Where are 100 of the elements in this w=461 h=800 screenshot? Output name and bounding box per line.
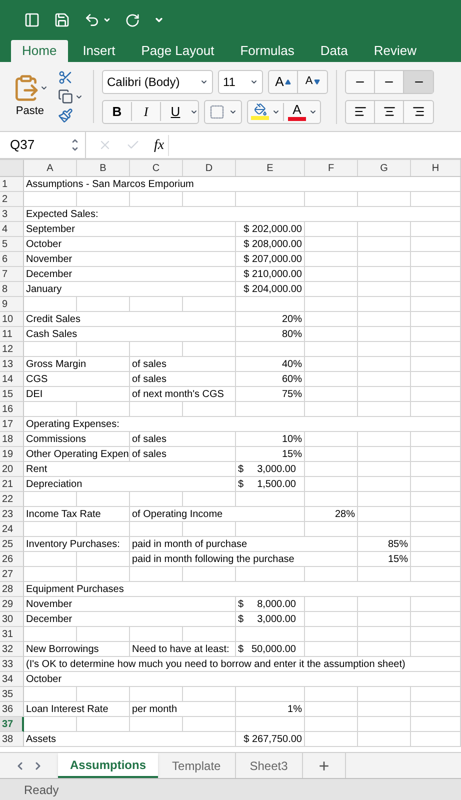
table-cell[interactable] bbox=[305, 567, 358, 582]
table-cell[interactable] bbox=[183, 687, 236, 702]
column-header[interactable]: H bbox=[411, 160, 461, 176]
table-cell[interactable] bbox=[358, 357, 411, 372]
table-cell[interactable]: Commissions bbox=[24, 432, 130, 447]
table-cell[interactable] bbox=[183, 522, 236, 537]
table-cell[interactable] bbox=[411, 522, 461, 537]
table-cell[interactable]: New Borrowings bbox=[24, 642, 130, 657]
table-cell[interactable] bbox=[130, 297, 183, 312]
row-header[interactable]: 35 bbox=[0, 687, 24, 702]
table-cell[interactable] bbox=[24, 492, 77, 507]
table-cell[interactable] bbox=[411, 642, 461, 657]
column-header[interactable]: D bbox=[183, 160, 236, 176]
table-cell[interactable]: $ 267,750.00 bbox=[236, 732, 305, 747]
row-header[interactable]: 4 bbox=[0, 222, 24, 237]
table-cell[interactable]: Equipment Purchases bbox=[24, 582, 461, 597]
table-cell[interactable] bbox=[183, 717, 236, 732]
table-cell[interactable] bbox=[24, 567, 77, 582]
column-header[interactable]: E bbox=[236, 160, 305, 176]
table-cell[interactable] bbox=[24, 687, 77, 702]
row-header[interactable]: 28 bbox=[0, 582, 24, 597]
table-cell[interactable] bbox=[358, 192, 411, 207]
table-cell[interactable] bbox=[358, 312, 411, 327]
row-header[interactable]: 36 bbox=[0, 702, 24, 717]
table-cell[interactable] bbox=[236, 192, 305, 207]
sidebar-icon[interactable] bbox=[24, 12, 40, 28]
table-cell[interactable]: $ 8,000.00 bbox=[236, 597, 305, 612]
customize-icon[interactable] bbox=[154, 15, 164, 25]
row-header[interactable]: 19 bbox=[0, 447, 24, 462]
row-header[interactable]: 12 bbox=[0, 342, 24, 357]
table-cell[interactable] bbox=[236, 492, 305, 507]
table-cell[interactable] bbox=[358, 522, 411, 537]
row-header[interactable]: 26 bbox=[0, 552, 24, 567]
sheet-tab[interactable]: Assumptions bbox=[58, 753, 158, 778]
row-header[interactable]: 10 bbox=[0, 312, 24, 327]
table-cell[interactable]: 40% bbox=[236, 357, 305, 372]
row-header[interactable]: 27 bbox=[0, 567, 24, 582]
table-cell[interactable]: Assets bbox=[24, 732, 236, 747]
row-header[interactable]: 9 bbox=[0, 297, 24, 312]
table-cell[interactable] bbox=[411, 192, 461, 207]
row-header[interactable]: 13 bbox=[0, 357, 24, 372]
table-cell[interactable]: 15% bbox=[358, 552, 411, 567]
table-cell[interactable] bbox=[183, 567, 236, 582]
italic-button[interactable]: I bbox=[132, 102, 161, 122]
table-cell[interactable] bbox=[358, 222, 411, 237]
table-cell[interactable] bbox=[358, 297, 411, 312]
table-cell[interactable]: 28% bbox=[305, 507, 358, 522]
row-header[interactable]: 6 bbox=[0, 252, 24, 267]
table-cell[interactable]: of sales bbox=[130, 357, 236, 372]
name-box[interactable]: Q37 bbox=[0, 132, 86, 158]
row-header[interactable]: 33 bbox=[0, 657, 24, 672]
table-cell[interactable] bbox=[358, 492, 411, 507]
table-cell[interactable] bbox=[305, 192, 358, 207]
table-cell[interactable] bbox=[358, 597, 411, 612]
table-cell[interactable] bbox=[130, 687, 183, 702]
row-header[interactable]: 2 bbox=[0, 192, 24, 207]
table-cell[interactable] bbox=[411, 492, 461, 507]
column-header[interactable]: F bbox=[305, 160, 358, 176]
table-cell[interactable]: $ 1,500.00 bbox=[236, 477, 305, 492]
table-cell[interactable] bbox=[305, 282, 358, 297]
table-cell[interactable]: of next month's CGS bbox=[130, 387, 236, 402]
table-cell[interactable]: CGS bbox=[24, 372, 130, 387]
table-cell[interactable] bbox=[305, 267, 358, 282]
table-cell[interactable] bbox=[358, 327, 411, 342]
table-cell[interactable] bbox=[411, 252, 461, 267]
table-cell[interactable] bbox=[130, 567, 183, 582]
table-cell[interactable] bbox=[77, 402, 130, 417]
row-header[interactable]: 22 bbox=[0, 492, 24, 507]
table-cell[interactable] bbox=[77, 627, 130, 642]
table-cell[interactable] bbox=[305, 237, 358, 252]
row-header[interactable]: 31 bbox=[0, 627, 24, 642]
row-header[interactable]: 21 bbox=[0, 477, 24, 492]
underline-button[interactable]: U bbox=[161, 102, 190, 122]
table-cell[interactable] bbox=[411, 237, 461, 252]
table-cell[interactable] bbox=[305, 312, 358, 327]
table-cell[interactable] bbox=[130, 717, 183, 732]
table-cell[interactable] bbox=[77, 297, 130, 312]
ribbon-tab[interactable]: Home bbox=[11, 40, 68, 62]
table-cell[interactable]: Inventory Purchases: bbox=[24, 537, 130, 552]
table-cell[interactable] bbox=[358, 732, 411, 747]
table-cell[interactable] bbox=[183, 297, 236, 312]
table-cell[interactable] bbox=[411, 597, 461, 612]
table-cell[interactable] bbox=[358, 507, 411, 522]
table-cell[interactable] bbox=[358, 237, 411, 252]
table-cell[interactable] bbox=[77, 567, 130, 582]
table-cell[interactable] bbox=[358, 717, 411, 732]
caret-icon[interactable] bbox=[272, 108, 280, 116]
table-cell[interactable]: of Operating Income bbox=[130, 507, 305, 522]
table-cell[interactable] bbox=[305, 687, 358, 702]
table-cell[interactable] bbox=[411, 447, 461, 462]
table-cell[interactable]: $ 204,000.00 bbox=[236, 282, 305, 297]
table-cell[interactable]: $ 208,000.00 bbox=[236, 237, 305, 252]
column-header[interactable]: G bbox=[358, 160, 411, 176]
table-cell[interactable]: of sales bbox=[130, 372, 236, 387]
table-cell[interactable] bbox=[358, 702, 411, 717]
table-cell[interactable]: 15% bbox=[236, 447, 305, 462]
row-header[interactable]: 1 bbox=[0, 177, 24, 192]
table-cell[interactable] bbox=[236, 567, 305, 582]
table-cell[interactable] bbox=[305, 522, 358, 537]
table-cell[interactable] bbox=[236, 402, 305, 417]
